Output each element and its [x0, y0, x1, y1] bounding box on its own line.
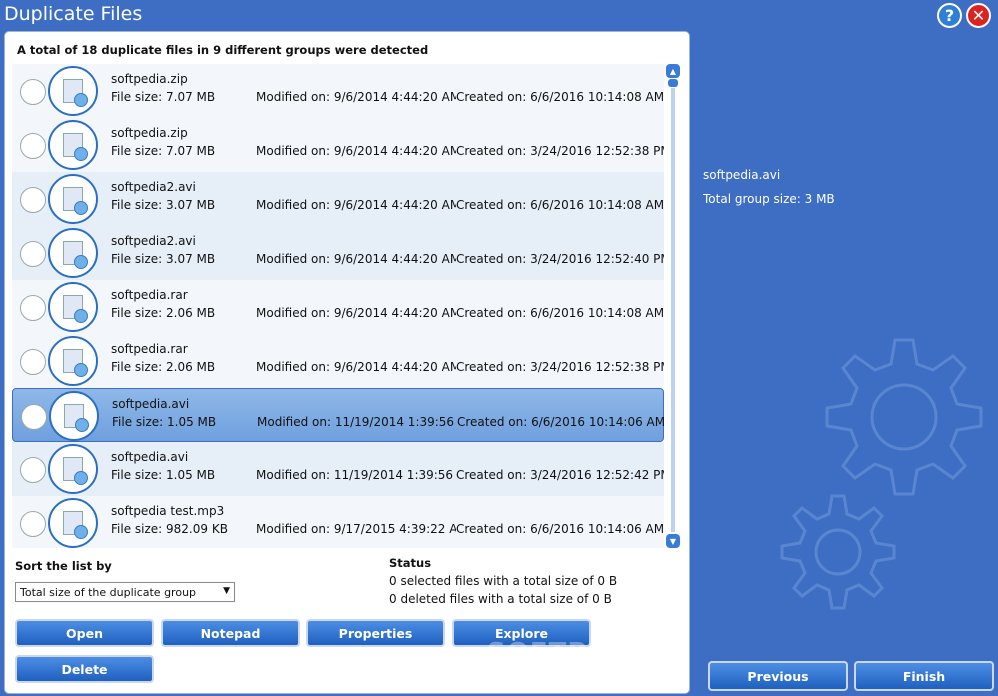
file-modified: Modified on: 9/17/2015 4:39:22 AM: [256, 522, 456, 536]
file-size: File size: 7.07 MB: [111, 144, 216, 158]
select-radio[interactable]: [20, 187, 46, 213]
group-total-size: Total group size: 3 MB: [703, 192, 835, 206]
list-scrollbar[interactable]: ▲ ▼: [666, 64, 680, 548]
file-modified: Modified on: 11/19/2014 1:39:56 AM: [256, 468, 456, 482]
delete-button[interactable]: Delete: [15, 655, 154, 683]
file-row[interactable]: softpedia.avi File size: 1.05 MB Modifie…: [12, 442, 664, 496]
properties-button[interactable]: Properties: [306, 619, 445, 647]
notepad-button[interactable]: Notepad: [161, 619, 300, 647]
file-modified: Modified on: 9/6/2014 4:44:20 AM: [256, 144, 456, 158]
file-icon: [48, 444, 98, 494]
sort-label: Sort the list by: [15, 559, 112, 573]
file-created: Created on: 6/6/2016 10:14:08 AM: [456, 198, 664, 212]
status-deleted: 0 deleted files with a total size of 0 B: [389, 592, 612, 606]
file-size: File size: 982.09 KB: [111, 522, 228, 536]
file-icon: [48, 174, 98, 224]
file-modified: Modified on: 9/6/2014 4:44:20 AM: [256, 90, 456, 104]
window-title-bar: Duplicate Files: [0, 0, 998, 30]
file-modified: Modified on: 9/6/2014 4:44:20 AM: [256, 306, 456, 320]
file-icon: [48, 498, 98, 548]
file-row[interactable]: softpedia test.mp3 File size: 982.09 KB …: [12, 496, 664, 548]
file-created: Created on: 6/6/2016 10:14:08 AM: [456, 306, 664, 320]
file-size: File size: 2.06 MB: [111, 306, 216, 320]
group-file-name: softpedia.avi: [703, 168, 781, 182]
results-panel: A total of 18 duplicate files in 9 diffe…: [4, 31, 690, 694]
select-radio[interactable]: [20, 295, 46, 321]
scroll-down-icon[interactable]: ▼: [666, 534, 680, 548]
file-icon: [48, 336, 98, 386]
file-size: File size: 2.06 MB: [111, 360, 216, 374]
file-name: softpedia.zip: [111, 72, 188, 86]
close-icon[interactable]: ✕: [966, 3, 991, 28]
scroll-up-icon[interactable]: ▲: [666, 64, 680, 78]
file-created: Created on: 3/24/2016 12:52:40 PM: [456, 252, 664, 266]
file-name: softpedia.rar: [111, 342, 188, 356]
select-radio[interactable]: [20, 241, 46, 267]
scroll-thumb[interactable]: [668, 79, 678, 87]
finish-button[interactable]: Finish: [854, 661, 994, 691]
help-icon[interactable]: ?: [937, 3, 962, 28]
watermark: SOFTPEDIA: [487, 638, 661, 668]
select-radio[interactable]: [21, 404, 47, 430]
file-modified: Modified on: 9/6/2014 4:44:20 AM: [256, 252, 456, 266]
select-radio[interactable]: [20, 457, 46, 483]
file-icon: [48, 120, 98, 170]
file-name: softpedia2.avi: [111, 234, 196, 248]
file-created: Created on: 3/24/2016 12:52:38 PM: [456, 144, 664, 158]
file-name: softpedia.avi: [111, 450, 189, 464]
file-name: softpedia test.mp3: [111, 504, 225, 518]
sort-select[interactable]: Total size of the duplicate group ▼: [15, 582, 235, 602]
select-radio[interactable]: [20, 349, 46, 375]
file-row[interactable]: softpedia2.avi File size: 3.07 MB Modifi…: [12, 172, 664, 226]
file-created: Created on: 6/6/2016 10:14:06 AM: [457, 415, 664, 429]
open-button[interactable]: Open: [15, 619, 154, 647]
file-name: softpedia.rar: [111, 288, 188, 302]
window-title: Duplicate Files: [4, 3, 143, 25]
file-row-selected[interactable]: softpedia.avi File size: 1.05 MB Modifie…: [12, 388, 664, 442]
file-size: File size: 1.05 MB: [112, 415, 217, 429]
status-label: Status: [389, 556, 432, 570]
previous-button[interactable]: Previous: [708, 661, 848, 691]
file-icon: [48, 66, 98, 116]
file-created: Created on: 6/6/2016 10:14:06 AM: [456, 522, 664, 536]
file-name: softpedia2.avi: [111, 180, 196, 194]
file-row[interactable]: softpedia2.avi File size: 3.07 MB Modifi…: [12, 226, 664, 280]
file-row[interactable]: softpedia.zip File size: 7.07 MB Modifie…: [12, 118, 664, 172]
file-row[interactable]: softpedia.rar File size: 2.06 MB Modifie…: [12, 280, 664, 334]
file-size: File size: 3.07 MB: [111, 252, 216, 266]
gear-icon: [780, 494, 896, 610]
sort-selected-value: Total size of the duplicate group: [20, 586, 197, 599]
file-size: File size: 1.05 MB: [111, 468, 216, 482]
file-icon: [48, 228, 98, 278]
file-row[interactable]: softpedia.zip File size: 7.07 MB Modifie…: [12, 64, 664, 118]
file-size: File size: 3.07 MB: [111, 198, 216, 212]
file-icon: [49, 391, 99, 441]
file-modified: Modified on: 9/6/2014 4:44:20 AM: [256, 360, 456, 374]
file-row[interactable]: softpedia.rar File size: 2.06 MB Modifie…: [12, 334, 664, 388]
chevron-down-icon[interactable]: ▼: [223, 586, 230, 596]
file-icon: [48, 282, 98, 332]
file-created: Created on: 3/24/2016 12:52:42 PM: [456, 468, 664, 482]
duplicate-file-list: softpedia.zip File size: 7.07 MB Modifie…: [12, 64, 664, 548]
scroll-track[interactable]: [671, 88, 675, 532]
select-radio[interactable]: [20, 511, 46, 537]
file-name: softpedia.avi: [112, 397, 190, 411]
file-name: softpedia.zip: [111, 126, 188, 140]
file-modified: Modified on: 9/6/2014 4:44:20 AM: [256, 198, 456, 212]
file-created: Created on: 6/6/2016 10:14:08 AM: [456, 90, 664, 104]
select-radio[interactable]: [20, 79, 46, 105]
summary-text: A total of 18 duplicate files in 9 diffe…: [17, 43, 429, 57]
file-created: Created on: 3/24/2016 12:52:38 PM: [456, 360, 664, 374]
file-size: File size: 7.07 MB: [111, 90, 216, 104]
select-radio[interactable]: [20, 133, 46, 159]
file-modified: Modified on: 11/19/2014 1:39:56 AM: [257, 415, 457, 429]
status-selected: 0 selected files with a total size of 0 …: [389, 574, 618, 588]
